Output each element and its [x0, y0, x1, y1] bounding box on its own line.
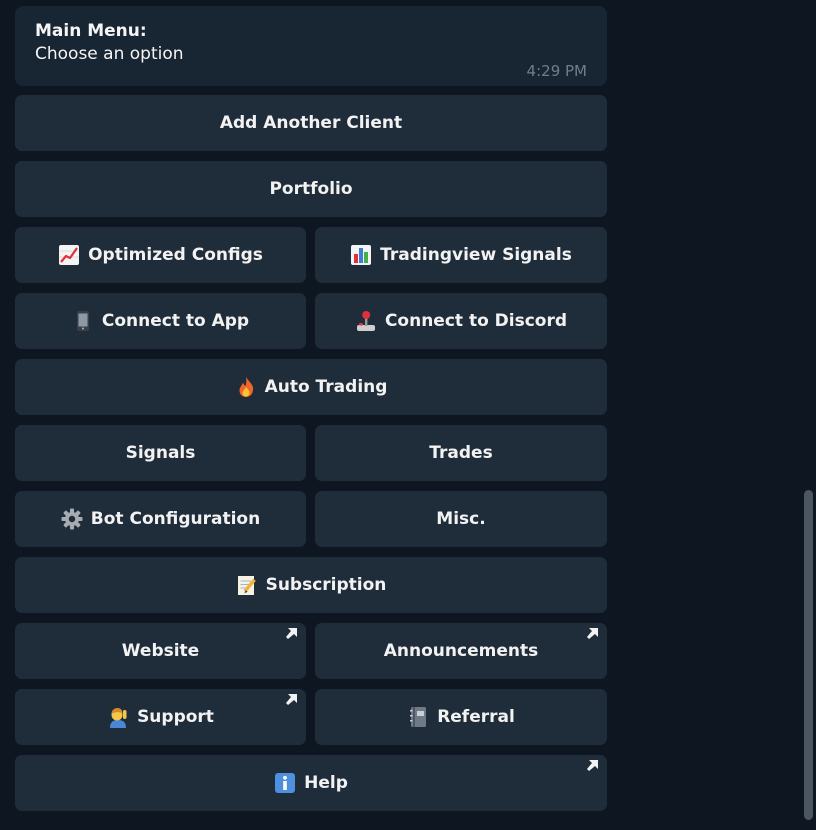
information-icon — [274, 772, 296, 794]
joystick-icon — [355, 310, 377, 332]
notebook-icon — [407, 706, 429, 728]
add-another-client-label: Add Another Client — [219, 113, 403, 133]
referral-label: Referral — [437, 707, 515, 727]
website-label: Website — [121, 641, 200, 661]
external-link-arrow-icon — [587, 628, 598, 639]
announcements-label: Announcements — [383, 641, 539, 661]
message-text: Choose an option — [35, 44, 184, 64]
memo-icon — [236, 574, 258, 596]
portfolio-label: Portfolio — [269, 179, 353, 199]
optimized-configs-label: Optimized Configs — [88, 245, 263, 265]
support-label: Support — [137, 707, 214, 727]
misc-button[interactable]: Misc. — [315, 491, 607, 547]
bot-configuration-button[interactable]: Bot Configuration — [15, 491, 306, 547]
portfolio-button[interactable]: Portfolio — [15, 161, 607, 217]
help-label: Help — [304, 773, 348, 793]
external-link-arrow-icon — [587, 760, 598, 771]
tradingview-signals-label: Tradingview Signals — [380, 245, 572, 265]
add-another-client-button[interactable]: Add Another Client — [15, 95, 607, 151]
auto-trading-label: Auto Trading — [264, 377, 388, 397]
support-button[interactable]: Support — [15, 689, 306, 745]
bot-configuration-label: Bot Configuration — [90, 509, 261, 529]
connect-to-app-button[interactable]: Connect to App — [15, 293, 306, 349]
chat-area: Main Menu: Choose an option 4:29 PM Add … — [0, 0, 816, 830]
mobile-phone-icon — [72, 310, 94, 332]
website-button[interactable]: Website — [15, 623, 306, 679]
subscription-button[interactable]: Subscription — [15, 557, 607, 613]
announcements-button[interactable]: Announcements — [315, 623, 607, 679]
trades-label: Trades — [429, 443, 493, 463]
tradingview-signals-button[interactable]: Tradingview Signals — [315, 227, 607, 283]
message-bubble: Main Menu: Choose an option 4:29 PM — [15, 6, 607, 86]
gear-icon — [61, 508, 83, 530]
chart-increasing-icon — [58, 244, 80, 266]
connect-to-app-label: Connect to App — [101, 311, 250, 331]
referral-button[interactable]: Referral — [315, 689, 607, 745]
help-button[interactable]: Help — [15, 755, 607, 811]
external-link-arrow-icon — [286, 628, 297, 639]
optimized-configs-button[interactable]: Optimized Configs — [15, 227, 306, 283]
signals-label: Signals — [125, 443, 196, 463]
misc-label: Misc. — [436, 509, 486, 529]
scrollbar-thumb[interactable] — [804, 490, 813, 820]
connect-to-discord-label: Connect to Discord — [384, 311, 568, 331]
external-link-arrow-icon — [286, 694, 297, 705]
message-time: 4:29 PM — [526, 62, 587, 80]
connect-to-discord-button[interactable]: Connect to Discord — [315, 293, 607, 349]
signals-button[interactable]: Signals — [15, 425, 306, 481]
auto-trading-button[interactable]: Auto Trading — [15, 359, 607, 415]
subscription-label: Subscription — [265, 575, 387, 595]
person-raising-hand-icon — [107, 706, 129, 728]
fire-icon — [235, 376, 257, 398]
bar-chart-icon — [350, 244, 372, 266]
trades-button[interactable]: Trades — [315, 425, 607, 481]
message-title: Main Menu: — [35, 21, 147, 41]
